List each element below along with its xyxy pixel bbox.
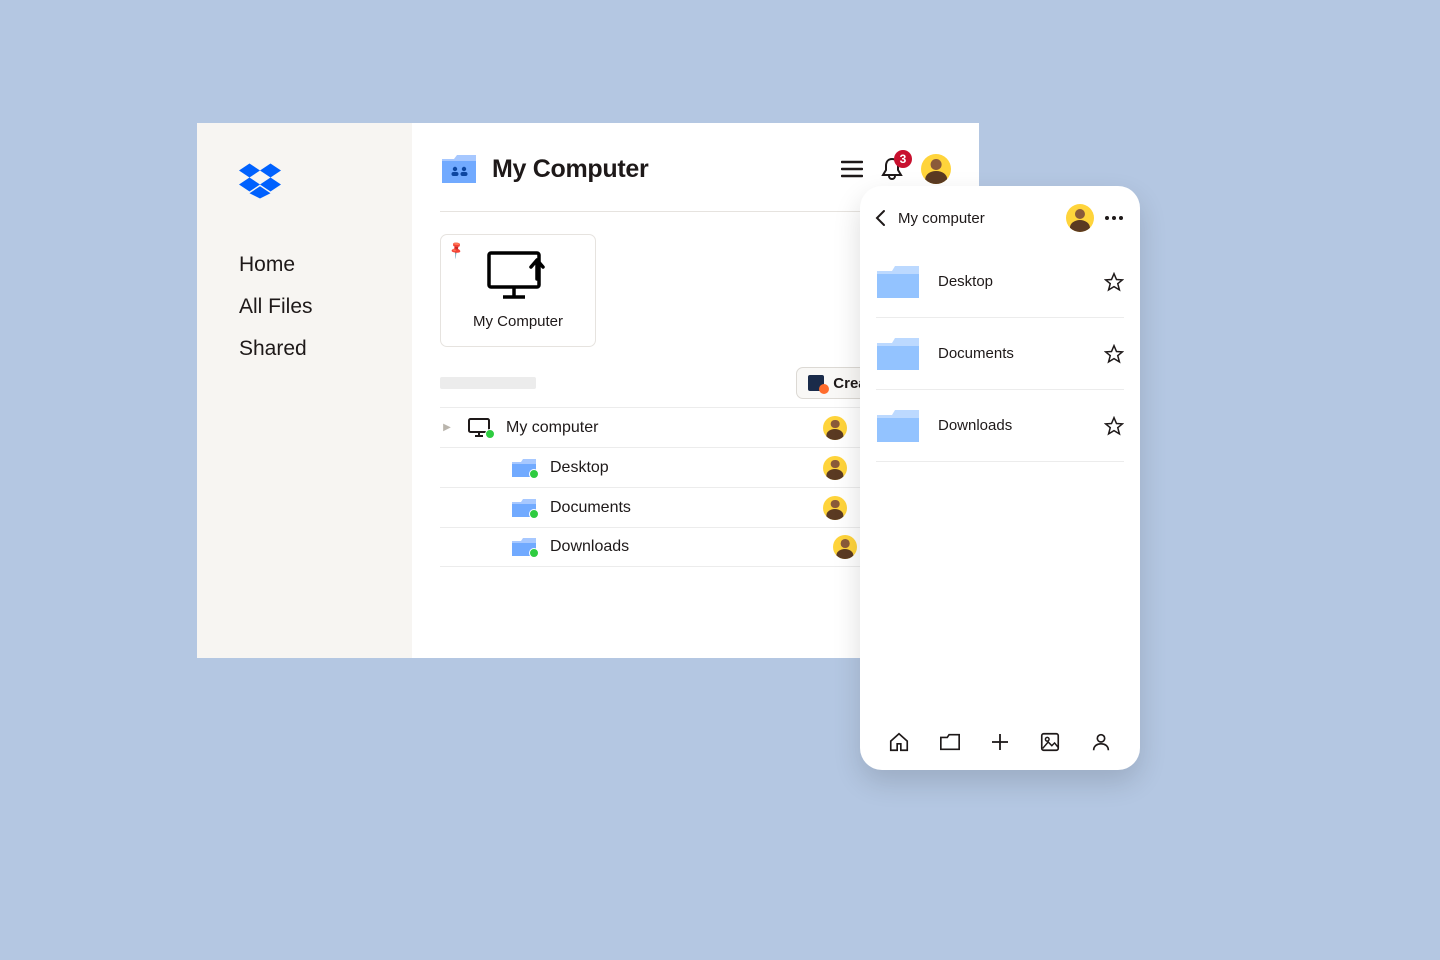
monitor-icon [466, 418, 494, 438]
status-dot-icon [819, 384, 829, 394]
mobile-title: My computer [898, 210, 1056, 227]
folder-icon [510, 498, 538, 518]
mobile-app-window: My computer Desktop Documents [860, 186, 1140, 770]
tab-account[interactable] [1090, 731, 1112, 753]
star-outline-icon [1104, 272, 1124, 292]
star-outline-icon [1104, 416, 1124, 436]
avatar [833, 535, 857, 559]
sidebar: Home All Files Shared [197, 123, 412, 658]
folder-icon [510, 458, 538, 478]
sidebar-item-allfiles[interactable]: All Files [239, 295, 412, 319]
sidebar-item-shared[interactable]: Shared [239, 337, 412, 361]
sync-status-icon [485, 429, 495, 439]
sidebar-item-home[interactable]: Home [239, 253, 412, 277]
sync-status-icon [529, 509, 539, 519]
folder-outline-icon [939, 732, 961, 752]
plus-icon [989, 731, 1011, 753]
shared-folder-icon [440, 153, 478, 185]
avatar [823, 456, 847, 480]
page-header: My Computer 3 [440, 153, 951, 185]
mobile-row-desktop[interactable]: Desktop [876, 246, 1124, 318]
notifications-button[interactable]: 3 [881, 157, 903, 181]
mobile-row-name: Desktop [938, 273, 1086, 290]
sync-status-icon [529, 548, 539, 558]
star-button[interactable] [1104, 344, 1124, 364]
file-row-name: My computer [506, 419, 646, 437]
more-button[interactable] [1104, 215, 1124, 221]
avatar [823, 416, 847, 440]
tab-home[interactable] [888, 731, 910, 753]
device-card[interactable]: 📌 My Computer [440, 234, 596, 347]
star-outline-icon [1104, 344, 1124, 364]
tab-photos[interactable] [1039, 731, 1061, 753]
star-button[interactable] [1104, 272, 1124, 292]
file-row-name: Downloads [550, 538, 690, 556]
home-icon [888, 731, 910, 753]
file-row-name: Documents [550, 499, 690, 517]
chevron-left-icon [874, 209, 888, 227]
device-card-label: My Computer [451, 313, 585, 330]
mobile-row-name: Documents [938, 345, 1086, 362]
avatar[interactable] [921, 154, 951, 184]
mobile-row-downloads[interactable]: Downloads [876, 390, 1124, 462]
caret-right-icon[interactable]: ▶ [440, 422, 454, 433]
mobile-tab-bar [860, 714, 1140, 770]
notification-badge: 3 [894, 150, 912, 168]
star-button[interactable] [1104, 416, 1124, 436]
page-title: My Computer [492, 155, 827, 184]
placeholder [440, 377, 536, 389]
avatar [823, 496, 847, 520]
back-button[interactable] [874, 209, 888, 227]
file-row-name: Desktop [550, 459, 690, 477]
folder-icon [876, 409, 920, 443]
folder-icon [510, 537, 538, 557]
folder-icon [876, 337, 920, 371]
monitor-upload-icon [483, 249, 553, 303]
tab-files[interactable] [939, 732, 961, 752]
mobile-file-list: Desktop Documents Downloads [860, 246, 1140, 714]
mobile-row-documents[interactable]: Documents [876, 318, 1124, 390]
tab-add[interactable] [989, 731, 1011, 753]
folder-icon [876, 265, 920, 299]
image-icon [1039, 731, 1061, 753]
pin-icon: 📌 [446, 240, 466, 260]
avatar[interactable] [1066, 204, 1094, 232]
dropbox-logo-icon [239, 163, 412, 199]
mobile-row-name: Downloads [938, 417, 1086, 434]
person-icon [1090, 731, 1112, 753]
hamburger-menu-icon[interactable] [841, 160, 863, 178]
sync-status-icon [529, 469, 539, 479]
mobile-header: My computer [860, 186, 1140, 246]
kebab-horizontal-icon [1104, 215, 1124, 221]
